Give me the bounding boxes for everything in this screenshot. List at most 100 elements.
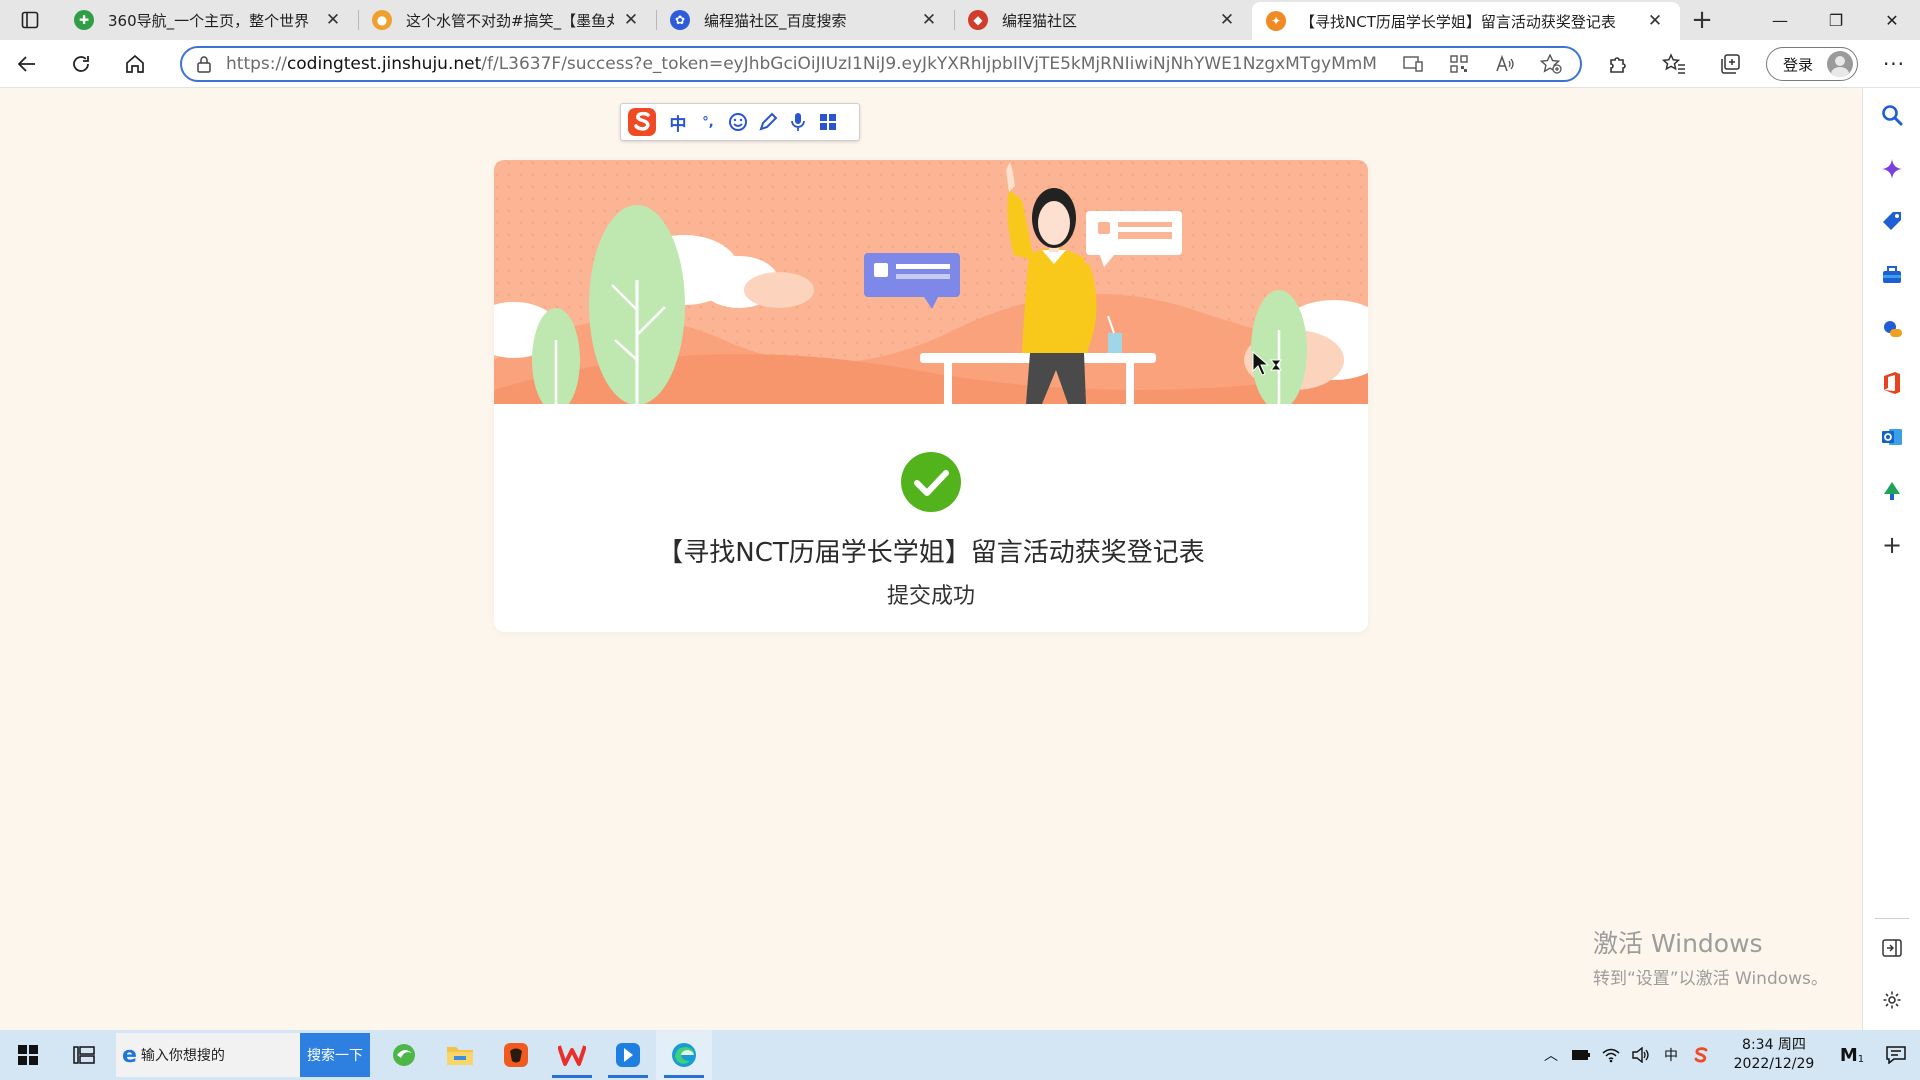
taskbar-wps[interactable] — [544, 1030, 600, 1080]
tab-title: 【寻找NCT历届学长学姐】留言活动获奖登记表 — [1300, 12, 1616, 31]
ime-handwrite-button[interactable] — [753, 104, 783, 140]
ime-voice-button[interactable] — [783, 104, 813, 140]
back-arrow-icon — [17, 55, 35, 72]
tab-codemao-community[interactable]: ◆ 编程猫社区 ✕ — [954, 0, 1252, 40]
add-favorite-button[interactable] — [1528, 54, 1574, 74]
smiley-icon — [729, 113, 747, 131]
battery-status[interactable] — [1566, 1030, 1596, 1080]
ime-mode-toggle[interactable]: 中 — [663, 104, 693, 140]
blue-app-icon — [616, 1043, 640, 1067]
refresh-button[interactable] — [54, 40, 108, 88]
restore-button[interactable]: ❐ — [1808, 0, 1864, 40]
sogou-tray-button[interactable] — [1686, 1030, 1716, 1080]
lock-icon — [197, 56, 211, 73]
speaker-icon — [1632, 1047, 1649, 1063]
sogou-tray-icon — [1694, 1047, 1708, 1063]
banner-illustration — [494, 160, 1368, 404]
tray-expand-button[interactable]: ︿ — [1536, 1030, 1566, 1080]
taskbar-clock[interactable]: 8:34 周四 2022/12/29 — [1724, 1036, 1824, 1074]
taskbar-app-orange[interactable] — [488, 1030, 544, 1080]
ime-toolbox-button[interactable] — [813, 104, 843, 140]
collections-button[interactable] — [1702, 40, 1758, 88]
home-button[interactable] — [108, 40, 162, 88]
sidebar-copilot-button[interactable] — [1863, 149, 1920, 189]
tab-form-active[interactable]: ✦ 【寻找NCT历届学长学姐】留言活动获奖登记表 ✕ — [1252, 2, 1680, 40]
sogou-logo-icon[interactable] — [621, 104, 663, 140]
url-actions — [1390, 48, 1574, 80]
ime-punctuation-toggle[interactable]: °, — [693, 104, 723, 140]
sidebar-settings-button[interactable] — [1863, 980, 1920, 1020]
sidebar-games-button[interactable] — [1863, 309, 1920, 349]
pen-icon — [759, 112, 778, 131]
close-icon[interactable]: ✕ — [322, 9, 344, 31]
close-window-button[interactable]: ✕ — [1864, 0, 1920, 40]
sidebar-outlook-button[interactable] — [1863, 417, 1920, 457]
sidebar-search-button[interactable] — [1863, 95, 1920, 135]
ime-punct-label: °, — [702, 114, 714, 130]
url-text[interactable]: https://codingtest.jinshuju.net/f/L3637F… — [226, 54, 1376, 74]
ime-indicator[interactable]: 中 — [1656, 1030, 1686, 1080]
task-view-button[interactable] — [56, 1030, 112, 1080]
success-check-icon — [901, 452, 961, 512]
url-host: codingtest.jinshuju.net — [286, 54, 482, 74]
settings-more-button[interactable]: ··· — [1866, 40, 1920, 88]
close-icon[interactable]: ✕ — [1216, 9, 1238, 31]
mouse-cursor-icon — [1252, 351, 1283, 376]
taskbar-file-explorer[interactable] — [432, 1030, 488, 1080]
address-bar[interactable]: https://codingtest.jinshuju.net/f/L3637F… — [180, 46, 1582, 82]
baidu-icon: ✿ — [670, 10, 690, 30]
taskbar-edge[interactable] — [656, 1030, 712, 1080]
new-tab-button[interactable]: + — [1680, 0, 1724, 40]
start-button[interactable] — [0, 1030, 56, 1080]
extensions-button[interactable] — [1590, 40, 1646, 88]
sidebar-tools-button[interactable] — [1863, 255, 1920, 295]
taskbar-search-input[interactable]: e 输入你想搜的 — [116, 1033, 300, 1077]
volume-control[interactable] — [1626, 1030, 1656, 1080]
sidebar-shopping-button[interactable] — [1863, 201, 1920, 241]
qr-code-button[interactable] — [1436, 55, 1482, 73]
taskbar-360-browser[interactable] — [376, 1030, 432, 1080]
puzzle-icon — [1610, 57, 1626, 73]
tab-baidu-search[interactable]: ✿ 编程猫社区_百度搜索 ✕ — [656, 0, 954, 40]
plus-icon: + — [1691, 5, 1713, 35]
app-available-button[interactable] — [1390, 55, 1436, 73]
sidebar-office-button[interactable] — [1863, 363, 1920, 403]
back-button[interactable] — [0, 40, 54, 88]
minimize-button[interactable]: — — [1752, 0, 1808, 40]
tab-actions-button[interactable] — [0, 0, 60, 40]
login-label: 登录 — [1783, 55, 1814, 74]
qr-code-icon — [1450, 55, 1468, 73]
login-button[interactable]: 登录 — [1766, 47, 1858, 81]
notification-counter[interactable]: M1 — [1832, 1030, 1872, 1080]
collections-icon — [1721, 54, 1740, 74]
taskbar-app-blue[interactable] — [600, 1030, 656, 1080]
favorites-button[interactable] — [1646, 40, 1702, 88]
plus-icon: + — [1881, 531, 1903, 559]
success-card: 【寻找NCT历届学长学姐】留言活动获奖登记表 提交成功 — [494, 160, 1368, 632]
ime-emoji-button[interactable] — [723, 104, 753, 140]
url-path: /f/L3637F/success?e_token=eyJhbGciOiJIUz… — [481, 54, 1376, 74]
home-icon — [126, 54, 144, 73]
close-icon[interactable]: ✕ — [1644, 10, 1666, 32]
close-icon[interactable]: ✕ — [918, 9, 940, 31]
form-title: 【寻找NCT历届学长学姐】留言活动获奖登记表 — [657, 538, 1205, 568]
tab-360-nav[interactable]: ✚ 360导航_一个主页，整个世界 ✕ — [60, 0, 358, 40]
action-center-button[interactable] — [1872, 1030, 1920, 1080]
tab-title: 编程猫社区 — [1002, 11, 1078, 30]
tab-title: 编程猫社区_百度搜索 — [704, 11, 847, 30]
tab-bilibili-video[interactable]: ● 这个水管不对劲#搞笑_【墨鱼丸】 ✕ — [358, 0, 656, 40]
toolbar-right: 登录 ··· — [1590, 40, 1920, 88]
network-status[interactable] — [1596, 1030, 1626, 1080]
read-aloud-button[interactable] — [1482, 55, 1528, 73]
gear-icon — [1883, 991, 1901, 1009]
close-icon[interactable]: ✕ — [620, 9, 642, 31]
star-add-icon — [1540, 54, 1562, 74]
games-icon — [1884, 321, 1902, 337]
sidebar-hide-button[interactable] — [1863, 928, 1920, 968]
clock-time: 8:34 周四 — [1742, 1037, 1806, 1053]
sidebar-drop-button[interactable] — [1863, 471, 1920, 511]
sidebar-add-button[interactable]: + — [1863, 525, 1920, 565]
taskbar-search-button[interactable]: 搜索一下 — [300, 1033, 370, 1077]
windows-taskbar: e 输入你想搜的 搜索一下 ︿ 中 8:34 周四 2022/12/29 M1 — [0, 1030, 1920, 1080]
web-page: 中 °, 【寻找NCT历届学长学姐】留言活动获奖登记表 提交成功 激活 Wind… — [0, 89, 1862, 1030]
